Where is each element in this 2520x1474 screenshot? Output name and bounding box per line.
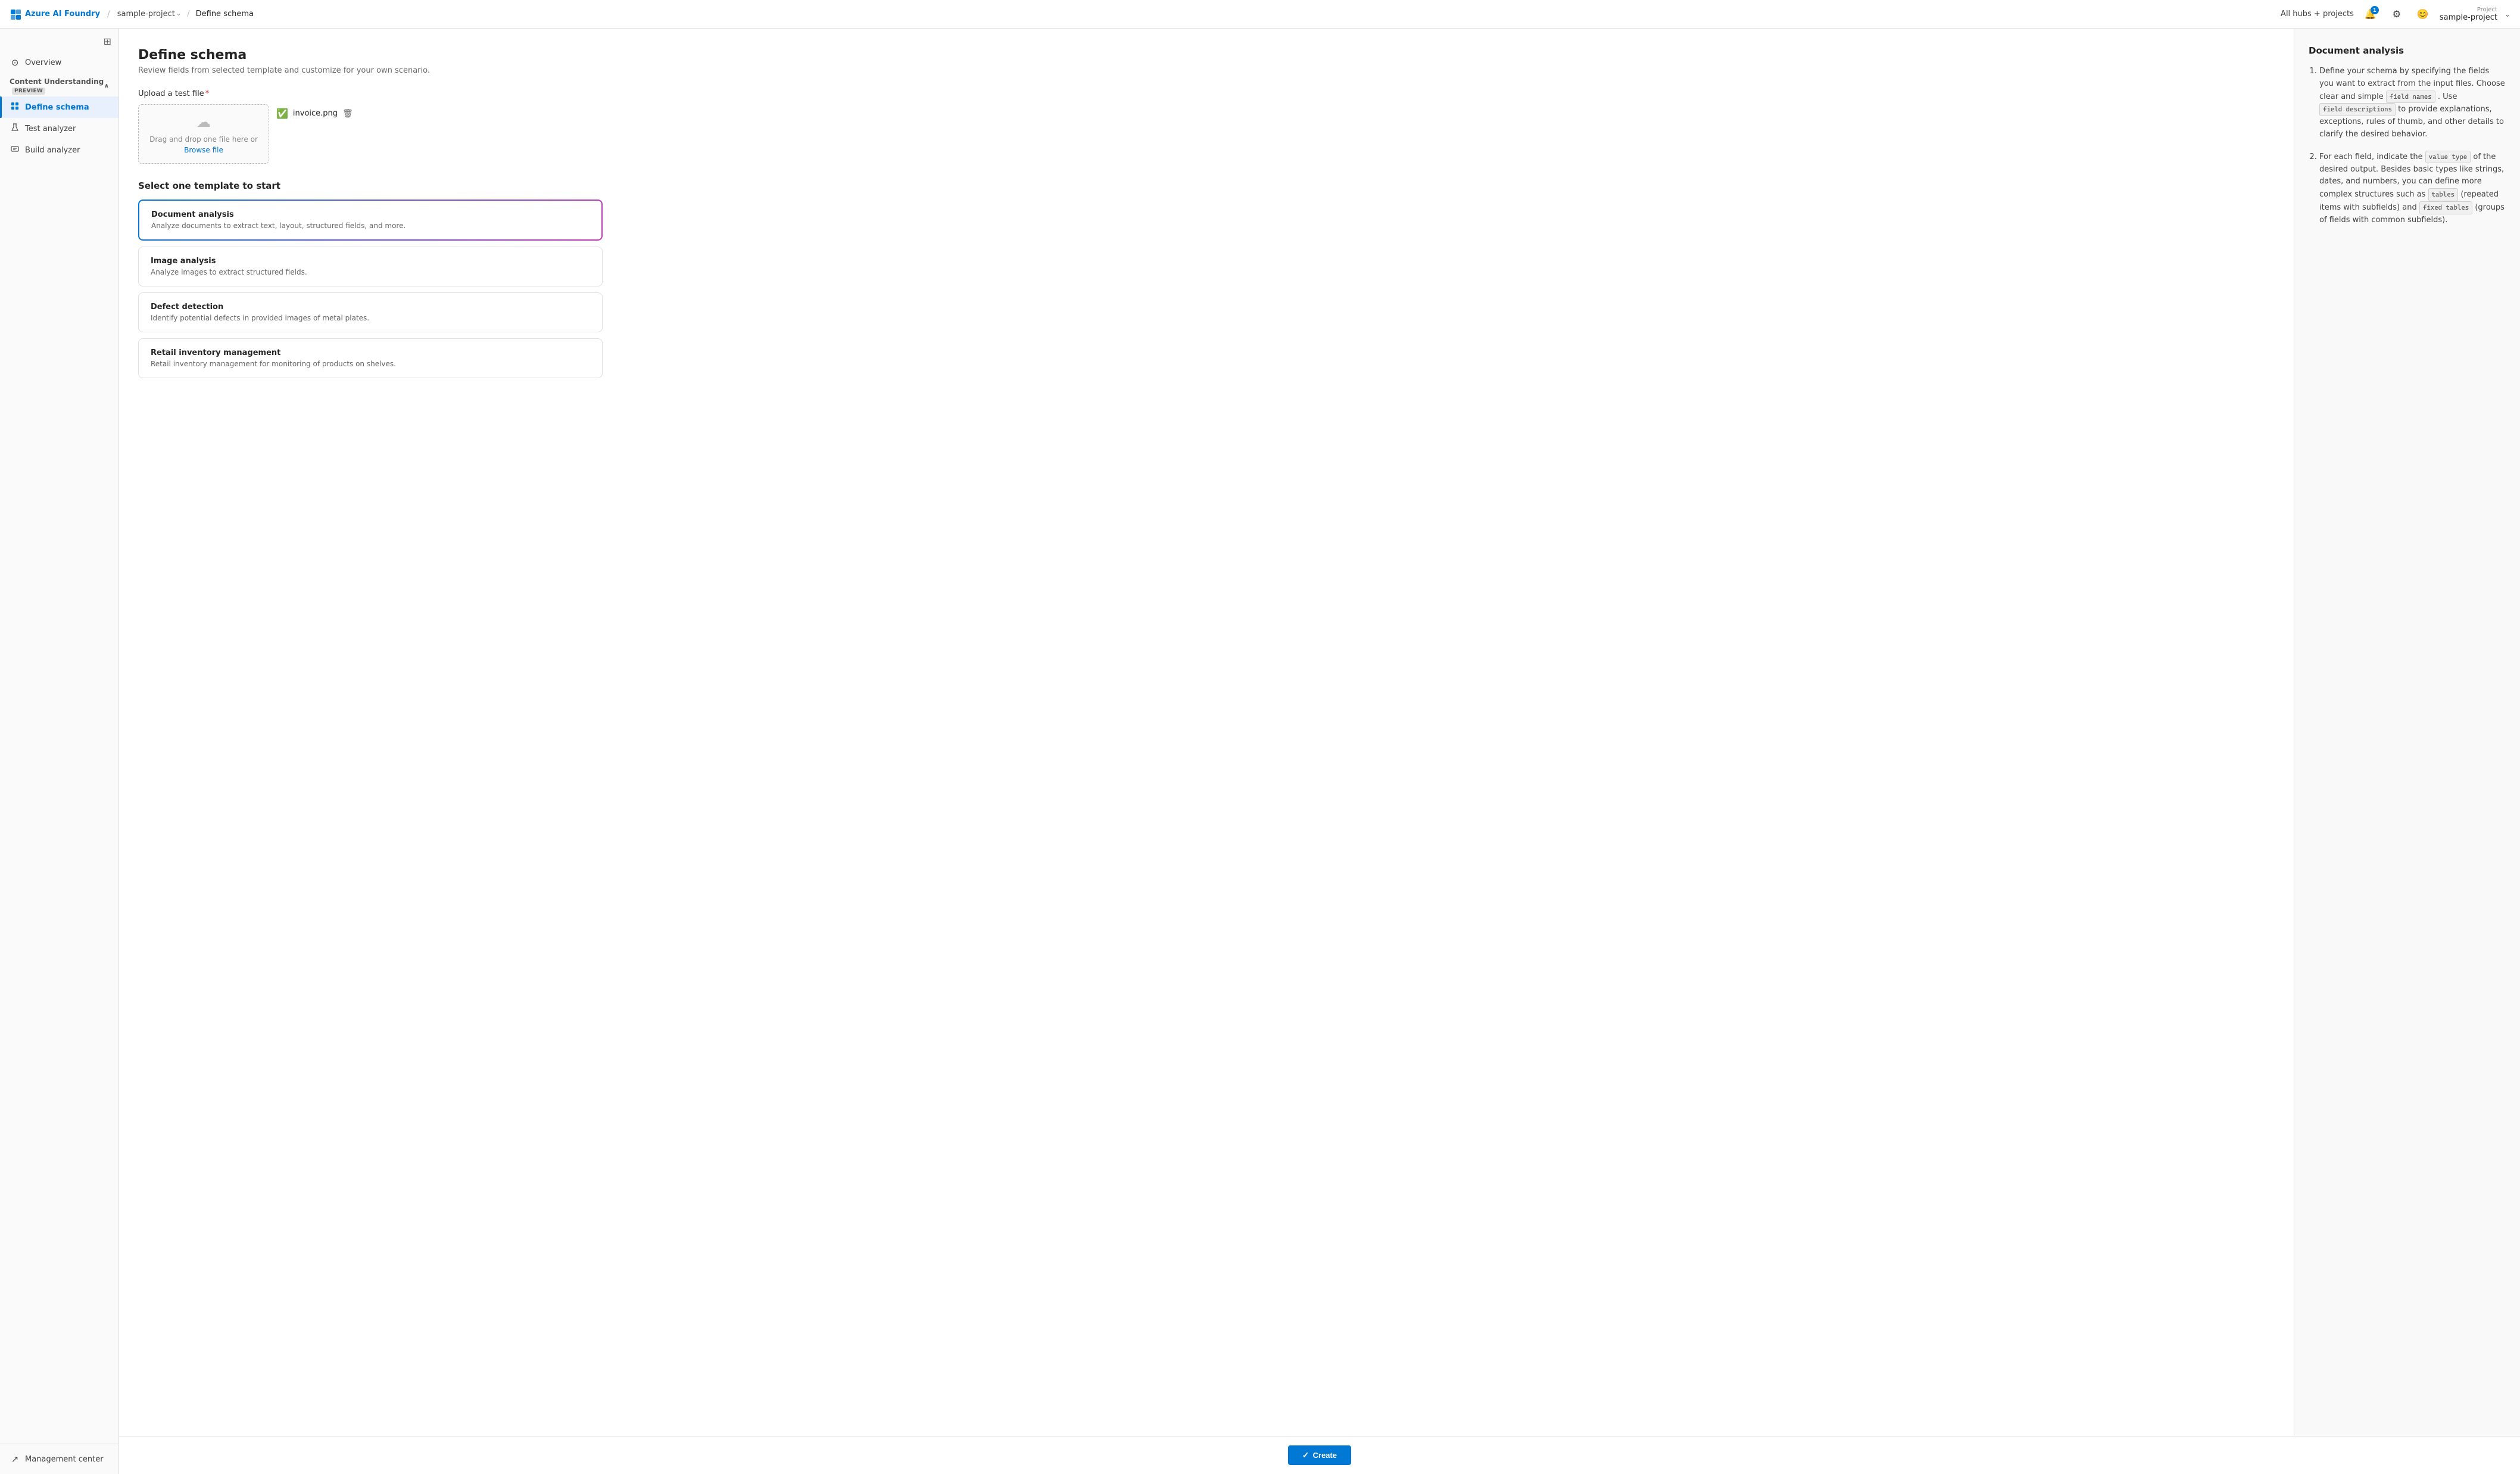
overview-icon: ⊙ — [10, 57, 20, 68]
template-card-document-analysis[interactable]: Document analysis Analyze documents to e… — [138, 200, 603, 241]
sidebar-section-label: Content Understanding PREVIEW — [10, 77, 104, 94]
file-drop-zone[interactable]: ☁ Drag and drop one file here or Browse … — [138, 104, 269, 164]
build-analyzer-icon — [10, 144, 20, 156]
all-hubs-link[interactable]: All hubs + projects — [2281, 10, 2354, 18]
notifications-button[interactable]: 🔔 1 — [2361, 5, 2380, 24]
sidebar-section-content-understanding: Content Understanding PREVIEW ∧ — [0, 73, 118, 96]
template-image-analysis-desc: Analyze images to extract structured fie… — [151, 268, 590, 276]
content-area: Define schema Review fields from selecte… — [119, 29, 2520, 1474]
required-asterisk: * — [205, 89, 210, 98]
app-title: Azure AI Foundry — [25, 10, 100, 18]
template-document-analysis-title: Document analysis — [151, 210, 590, 219]
upload-label: Upload a test file* — [138, 89, 2275, 98]
template-card-defect-detection[interactable]: Defect detection Identify potential defe… — [138, 292, 603, 332]
project-breadcrumb[interactable]: sample-project ⌄ — [117, 10, 181, 18]
drop-text: Drag and drop one file here or — [149, 135, 258, 144]
template-retail-desc: Retail inventory management for monitori… — [151, 360, 590, 368]
create-button[interactable]: ✓ Create — [1288, 1445, 1351, 1465]
templates-wrapper: Document analysis Analyze documents to e… — [138, 200, 2275, 378]
right-panel-steps: Define your schema by specifying the fie… — [2309, 66, 2506, 227]
right-panel-title: Document analysis — [2309, 45, 2506, 56]
sidebar-test-analyzer-label: Test analyzer — [25, 124, 76, 133]
top-navigation: Azure AI Foundry / sample-project ⌄ / De… — [0, 0, 2520, 29]
create-bar: ✓ Create — [119, 1436, 2520, 1474]
create-button-label: Create — [1313, 1451, 1337, 1460]
sidebar-management-label: Management center — [25, 1455, 104, 1464]
notification-badge: 1 — [2371, 6, 2379, 14]
project-chevron: ⌄ — [176, 11, 181, 17]
settings-button[interactable]: ⚙ — [2387, 5, 2406, 24]
section-collapse-chevron[interactable]: ∧ — [104, 83, 109, 89]
sidebar-toggle-button[interactable]: ⊞ — [104, 36, 111, 48]
project-info-name: sample-project — [2440, 13, 2497, 22]
code-field-names: field names — [2386, 91, 2435, 104]
breadcrumb-separator-1: / — [107, 10, 110, 19]
sidebar-item-management-center[interactable]: ↗ Management center — [0, 1449, 118, 1469]
template-retail-title: Retail inventory management — [151, 348, 590, 357]
upload-section: ☁ Drag and drop one file here or Browse … — [138, 104, 2275, 164]
sidebar: ⊞ ⊙ Overview Content Understanding PREVI… — [0, 29, 119, 1474]
template-image-analysis-title: Image analysis — [151, 257, 590, 266]
page-title: Define schema — [138, 48, 2275, 63]
uploaded-file-name: invoice.png — [293, 109, 338, 118]
template-section-title: Select one template to start — [138, 180, 2275, 191]
create-checkmark-icon: ✓ — [1302, 1450, 1309, 1460]
project-dropdown-chevron[interactable]: ⌄ — [2505, 10, 2510, 18]
template-card-image-analysis[interactable]: Image analysis Analyze images to extract… — [138, 247, 603, 286]
project-info-dropdown[interactable]: Project sample-project — [2440, 7, 2497, 22]
delete-file-button[interactable]: 🗑 — [342, 108, 353, 119]
test-analyzer-icon — [10, 123, 20, 135]
project-info-label: Project — [2477, 7, 2497, 13]
sidebar-toggle-area: ⊞ — [0, 33, 118, 52]
right-panel-step-2: For each field, indicate the value type … — [2319, 151, 2506, 227]
uploaded-file-item: ✅ invoice.png 🗑 — [276, 104, 353, 123]
browse-file-link[interactable]: Browse file — [184, 146, 223, 154]
preview-badge: PREVIEW — [12, 88, 45, 95]
define-schema-icon — [10, 101, 20, 113]
code-value-type: value type — [2425, 151, 2471, 164]
sidebar-item-define-schema[interactable]: Define schema — [0, 96, 118, 118]
main-layout: ⊞ ⊙ Overview Content Understanding PREVI… — [0, 29, 2520, 1474]
page-subtitle: Review fields from selected template and… — [138, 66, 2275, 75]
app-logo[interactable]: Azure AI Foundry — [10, 8, 100, 20]
current-page-breadcrumb: Define schema — [196, 10, 254, 18]
management-icon: ↗ — [10, 1454, 20, 1464]
topnav-right: All hubs + projects 🔔 1 ⚙ 😊 Project samp… — [2281, 5, 2510, 24]
upload-cloud-icon: ☁ — [197, 114, 211, 130]
breadcrumb: sample-project ⌄ / Define schema — [117, 10, 254, 18]
template-defect-detection-desc: Identify potential defects in provided i… — [151, 314, 590, 322]
template-document-analysis-desc: Analyze documents to extract text, layou… — [151, 222, 590, 230]
sidebar-build-analyzer-label: Build analyzer — [25, 146, 80, 155]
sidebar-bottom: ↗ Management center — [0, 1444, 118, 1469]
code-fixed-tables: fixed tables — [2419, 201, 2472, 214]
right-panel-step-1: Define your schema by specifying the fie… — [2319, 66, 2506, 141]
account-button[interactable]: 😊 — [2413, 5, 2432, 24]
main-content: Define schema Review fields from selecte… — [119, 29, 2294, 1474]
code-tables: tables — [2428, 188, 2459, 201]
right-panel: Document analysis Define your schema by … — [2294, 29, 2520, 1474]
file-check-icon: ✅ — [276, 108, 288, 119]
sidebar-item-build-analyzer[interactable]: Build analyzer — [0, 139, 118, 161]
person-icon: 😊 — [2417, 8, 2429, 20]
gear-icon: ⚙ — [2393, 8, 2401, 20]
sidebar-item-test-analyzer[interactable]: Test analyzer — [0, 118, 118, 139]
sidebar-item-overview[interactable]: ⊙ Overview — [0, 52, 118, 73]
template-defect-detection-title: Defect detection — [151, 303, 590, 311]
template-card-retail-inventory[interactable]: Retail inventory management Retail inven… — [138, 338, 603, 378]
sidebar-overview-label: Overview — [25, 58, 61, 67]
code-field-descriptions: field descriptions — [2319, 103, 2396, 116]
sidebar-define-schema-label: Define schema — [25, 103, 89, 112]
breadcrumb-separator-2: / — [187, 10, 189, 18]
templates-list: Document analysis Analyze documents to e… — [138, 200, 603, 378]
